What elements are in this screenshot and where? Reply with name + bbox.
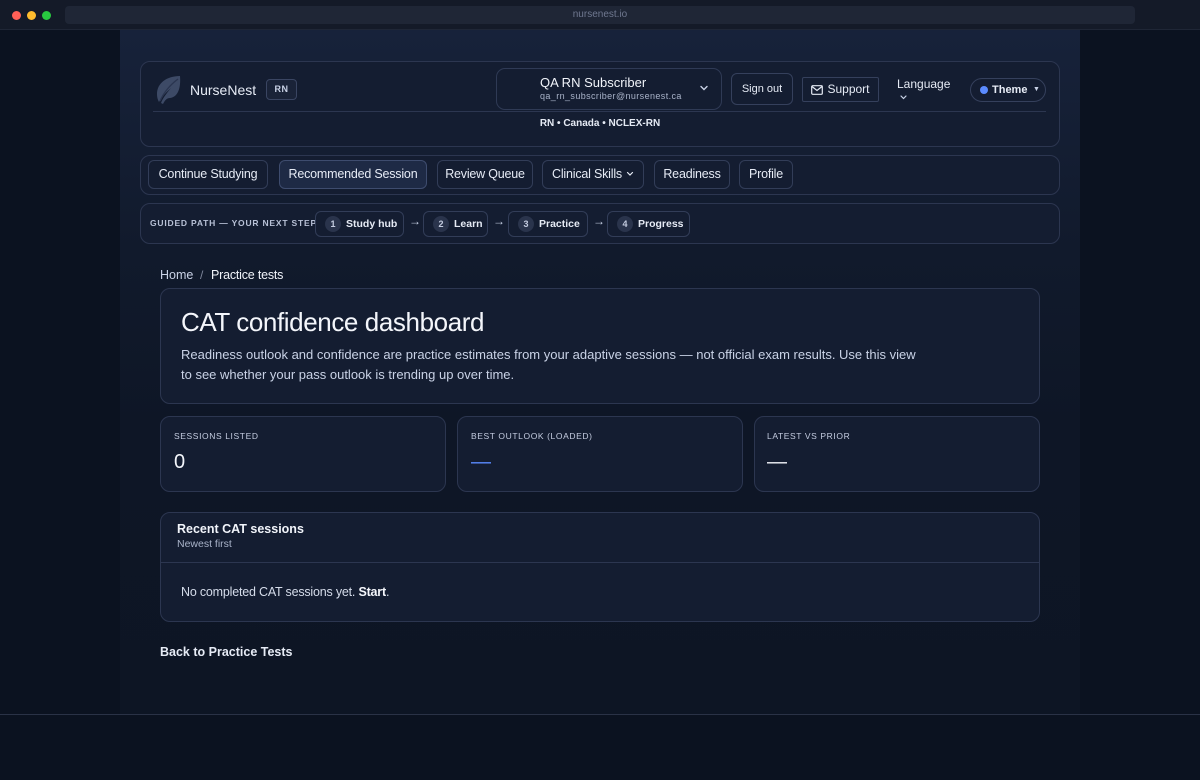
step-number: 4 <box>617 216 633 232</box>
step-label: Learn <box>454 218 483 230</box>
recent-sessions-title: Recent CAT sessions <box>177 522 304 536</box>
nav-profile[interactable]: Profile <box>739 160 793 189</box>
breadcrumb-separator: / <box>200 268 204 282</box>
stat-value: — <box>767 451 787 473</box>
step-label: Practice <box>539 218 580 230</box>
chevron-down-icon <box>700 85 708 91</box>
nav-clinical-skills-label: Clinical Skills <box>552 167 622 181</box>
mail-icon <box>811 85 824 95</box>
minimize-window-dot[interactable] <box>27 11 36 20</box>
brand-name[interactable]: NurseNest <box>190 82 256 98</box>
back-to-practice-tests-link[interactable]: Back to Practice Tests <box>160 645 292 659</box>
stat-label: BEST OUTLOOK (LOADED) <box>471 431 593 441</box>
empty-state-suffix: . <box>385 585 390 599</box>
close-window-dot[interactable] <box>12 11 21 20</box>
step-arrow: → <box>409 214 421 228</box>
stat-label: LATEST VS PRIOR <box>767 431 851 441</box>
theme-dot-icon <box>980 86 988 94</box>
nav-recommended-session[interactable]: Recommended Session <box>279 160 427 189</box>
nav-clinical-skills[interactable]: Clinical Skills <box>542 160 644 189</box>
empty-state-text: No completed CAT sessions yet. <box>181 585 356 599</box>
step-label: Progress <box>638 218 684 230</box>
step-arrow: → <box>493 214 505 228</box>
stat-value: 0 <box>174 451 186 473</box>
sign-out-button[interactable]: Sign out <box>731 73 793 105</box>
start-link[interactable]: Start <box>358 585 386 599</box>
step-label: Study hub <box>346 218 398 230</box>
maximize-window-dot[interactable] <box>42 11 51 20</box>
support-button[interactable]: Support <box>802 77 879 102</box>
user-name: QA RN Subscriber <box>540 75 647 90</box>
nav-review-queue[interactable]: Review Queue <box>437 160 533 189</box>
address-bar[interactable]: nursenest.io <box>65 6 1135 24</box>
language-selector[interactable]: Language <box>897 77 950 91</box>
browser-chrome: nursenest.io <box>0 0 1200 30</box>
nav-continue-studying[interactable]: Continue Studying <box>148 160 268 189</box>
stat-card-sessions <box>160 416 446 492</box>
breadcrumb-home[interactable]: Home <box>160 268 193 282</box>
page-title: CAT confidence dashboard <box>181 307 485 337</box>
step-number: 3 <box>518 216 534 232</box>
recent-divider <box>161 562 1039 563</box>
stat-card-best-outlook <box>457 416 743 492</box>
footer-divider <box>0 714 1200 715</box>
theme-label: Theme <box>992 84 1028 96</box>
page-description: Readiness outlook and confidence are pra… <box>181 347 916 382</box>
empty-state: No completed CAT sessions yet. Start. <box>181 585 389 599</box>
guided-path-label: GUIDED PATH — YOUR NEXT STEP <box>150 218 317 228</box>
caret-down-icon: ▼ <box>1033 86 1040 93</box>
language-chevron-icon <box>900 95 907 100</box>
theme-toggle[interactable]: Theme ▼ <box>970 78 1046 102</box>
stat-card-latest-vs-prior <box>754 416 1040 492</box>
stat-value: — <box>471 451 491 473</box>
step-learn[interactable]: 2 Learn <box>423 211 488 237</box>
step-study-hub[interactable]: 1 Study hub <box>315 211 404 237</box>
step-arrow: → <box>593 214 605 228</box>
chevron-down-icon <box>626 171 634 176</box>
step-number: 1 <box>325 216 341 232</box>
recent-sessions-subtitle: Newest first <box>177 538 232 550</box>
step-progress[interactable]: 4 Progress <box>607 211 690 237</box>
step-number: 2 <box>433 216 449 232</box>
program-badge: RN <box>266 79 297 100</box>
locale-info: RN • Canada • NCLEX-RN <box>539 118 661 129</box>
step-practice[interactable]: 3 Practice <box>508 211 588 237</box>
breadcrumb-current: Practice tests <box>211 268 284 282</box>
nav-readiness[interactable]: Readiness <box>654 160 730 189</box>
stat-label: SESSIONS LISTED <box>174 431 259 441</box>
user-email: qa_rn_subscriber@nursenest.ca <box>540 91 682 101</box>
support-label: Support <box>827 82 870 96</box>
header-divider <box>153 111 1046 112</box>
leaf-logo-icon[interactable] <box>153 73 183 105</box>
